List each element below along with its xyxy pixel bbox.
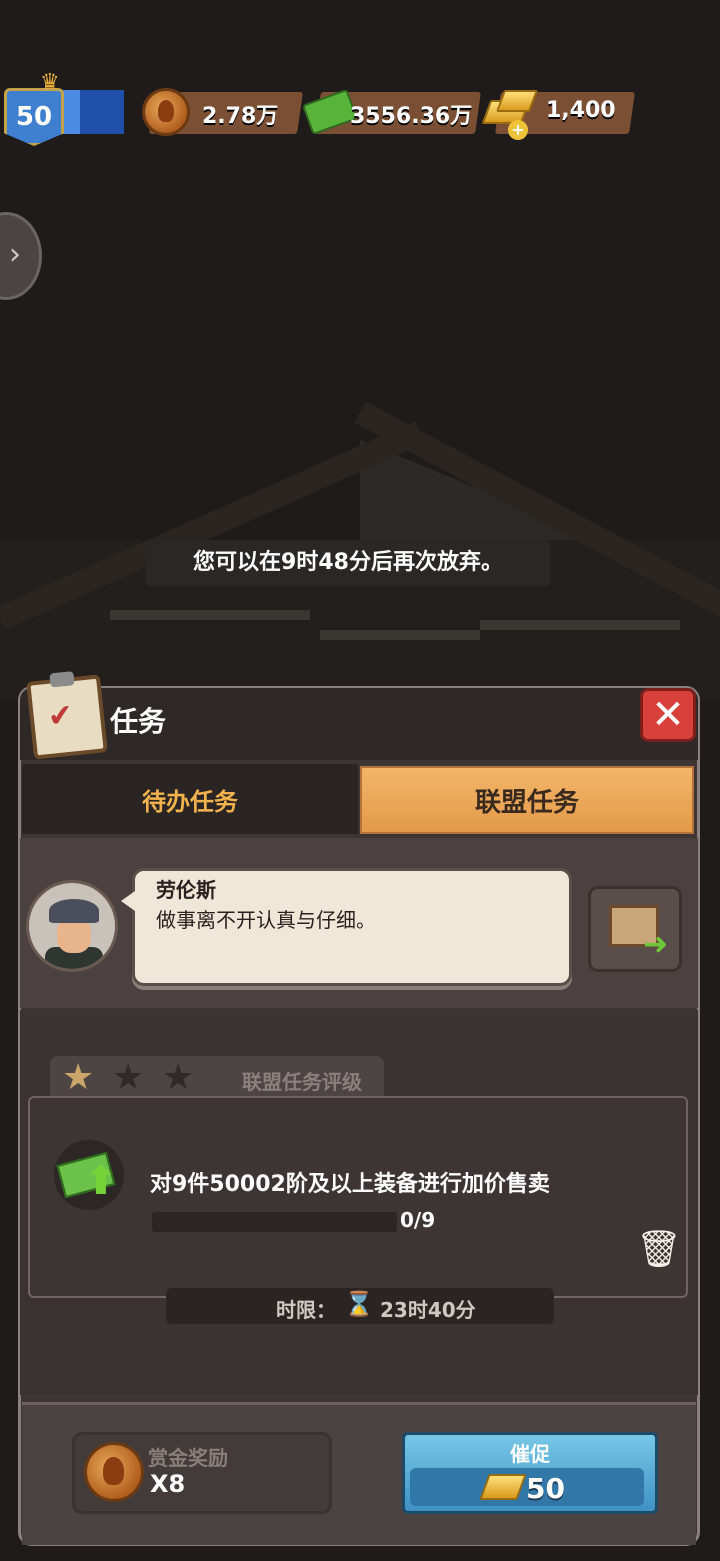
reward-value: X8	[150, 1470, 186, 1498]
panel-title: 任务	[110, 705, 167, 738]
tab-pending-label: 待办任务	[142, 787, 238, 816]
cash-value: 3556.36万	[350, 104, 473, 129]
rating-label: 联盟任务评级	[242, 1070, 362, 1094]
reward-label: 赏金奖励	[148, 1446, 228, 1470]
quest-board-button[interactable]: ➜	[588, 886, 682, 972]
coin-icon	[84, 1442, 144, 1502]
npc-avatar	[26, 880, 118, 972]
urge-label: 催促	[510, 1442, 550, 1466]
close-button[interactable]: ✕	[640, 688, 696, 742]
star-icon-empty: ★	[112, 1057, 145, 1098]
clipboard-icon: ✔	[26, 674, 108, 760]
time-limit-label: 时限：	[276, 1298, 336, 1322]
add-gold-icon[interactable]: +	[508, 120, 528, 140]
level-badge[interactable]: 50	[4, 88, 64, 146]
npc-name: 劳伦斯	[156, 878, 216, 902]
side-expand-button[interactable]: ›	[0, 212, 42, 300]
quest-progress-bar	[152, 1212, 397, 1232]
tab-alliance-label: 联盟任务	[474, 787, 579, 818]
urge-cost: 50	[526, 1472, 565, 1505]
quest-progress-text: 0/9	[400, 1208, 436, 1232]
npc-dialog-text: 做事离不开认真与仔细。	[156, 908, 376, 932]
hourglass-icon: ⌛	[344, 1290, 374, 1318]
trash-icon[interactable]: 🗑	[636, 1228, 682, 1270]
chevron-right-icon: ›	[9, 237, 21, 272]
coins-value: 2.78万	[202, 104, 279, 129]
star-icon-filled: ★	[62, 1057, 95, 1098]
money-up-icon: ⬆	[54, 1140, 124, 1210]
star-icon-empty: ★	[162, 1057, 195, 1098]
arrow-right-icon: ➜	[643, 927, 669, 962]
toast-message: 您可以在9时48分后再次放弃。	[146, 540, 550, 586]
gold-value: 1,400	[546, 98, 616, 123]
quest-description: 对9件50002阶及以上装备进行加价售卖	[150, 1172, 550, 1197]
tab-pending-tasks[interactable]: 待办任务	[22, 764, 358, 834]
coin-icon	[142, 88, 190, 136]
close-icon: ✕	[651, 692, 685, 738]
level-value: 50	[15, 102, 53, 132]
time-limit-value: 23时40分	[380, 1298, 476, 1322]
tab-alliance-tasks[interactable]: 联盟任务	[360, 766, 694, 834]
crown-icon: ♛	[40, 70, 60, 95]
